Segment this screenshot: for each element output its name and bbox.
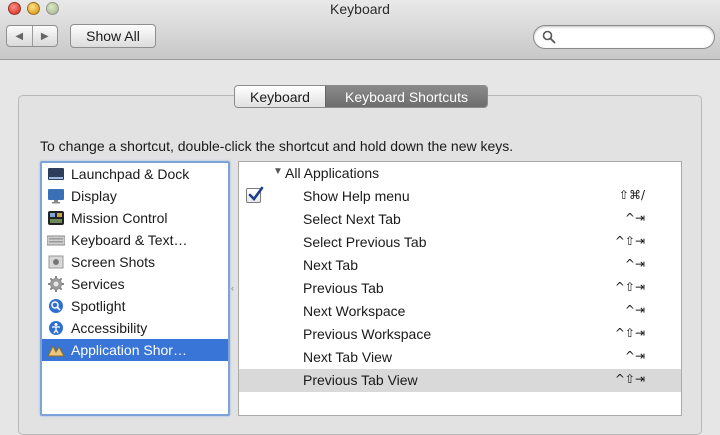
shortcut-keys[interactable]: ^⇥ bbox=[625, 257, 645, 271]
shortcuts-table: ▼ All Applications Show Help menu ⇧⌘/ Se… bbox=[238, 161, 682, 416]
shortcut-row[interactable]: Next Tab View ^⇥ bbox=[239, 346, 681, 369]
show-all-button[interactable]: Show All bbox=[70, 24, 156, 48]
category-label: Keyboard & Text… bbox=[71, 232, 188, 248]
shortcut-name: Show Help menu bbox=[303, 188, 410, 204]
instruction-text: To change a shortcut, double-click the s… bbox=[40, 138, 514, 154]
shortcut-keys[interactable]: ^⇧⇥ bbox=[615, 280, 645, 294]
shortcut-row[interactable]: Previous Tab ^⇧⇥ bbox=[239, 277, 681, 300]
shortcut-name: Next Tab View bbox=[303, 349, 392, 365]
display-icon bbox=[47, 188, 65, 204]
app-shortcuts-icon bbox=[47, 342, 65, 358]
shortcut-row[interactable]: Previous Workspace ^⇧⇥ bbox=[239, 323, 681, 346]
category-label: Screen Shots bbox=[71, 254, 156, 270]
group-label: All Applications bbox=[285, 165, 380, 181]
shortcut-keys[interactable]: ^⇧⇥ bbox=[615, 372, 645, 386]
splitter-handle[interactable]: ‹ bbox=[231, 283, 234, 293]
checkmark-icon bbox=[248, 186, 264, 201]
chevron-right-icon: ▶ bbox=[40, 30, 49, 42]
shortcut-group-all-applications[interactable]: ▼ All Applications bbox=[239, 162, 681, 185]
shortcut-keys[interactable]: ^⇥ bbox=[625, 211, 645, 225]
category-item-application-shortcuts[interactable]: Application Shor… bbox=[42, 339, 228, 361]
category-label: Accessibility bbox=[71, 320, 148, 336]
category-label: Mission Control bbox=[71, 210, 168, 226]
shortcut-name: Select Previous Tab bbox=[303, 234, 427, 250]
category-item-display[interactable]: Display bbox=[42, 185, 228, 207]
category-item-mission-control[interactable]: Mission Control bbox=[42, 207, 228, 229]
keyboard-icon bbox=[47, 232, 65, 248]
back-forward-control: ◀ ▶ bbox=[6, 25, 58, 47]
accessibility-icon bbox=[47, 320, 65, 336]
enable-checkbox[interactable] bbox=[246, 186, 264, 203]
category-label: Application Shor… bbox=[71, 342, 187, 358]
spotlight-icon bbox=[47, 298, 65, 314]
shortcut-name: Previous Tab bbox=[303, 280, 384, 296]
shortcut-name: Previous Tab View bbox=[303, 372, 418, 388]
back-button[interactable]: ◀ bbox=[7, 26, 32, 46]
search-icon bbox=[542, 30, 556, 47]
category-item-screen-shots[interactable]: Screen Shots bbox=[42, 251, 228, 273]
shortcut-keys[interactable]: ^⇧⇥ bbox=[615, 234, 645, 248]
disclosure-triangle-icon[interactable]: ▼ bbox=[273, 166, 283, 177]
category-item-spotlight[interactable]: Spotlight bbox=[42, 295, 228, 317]
shortcut-row[interactable]: Select Previous Tab ^⇧⇥ bbox=[239, 231, 681, 254]
shortcut-row[interactable]: Select Next Tab ^⇥ bbox=[239, 208, 681, 231]
tab-keyboard[interactable]: Keyboard bbox=[235, 86, 325, 107]
shortcut-name: Select Next Tab bbox=[303, 211, 401, 227]
shortcut-row[interactable]: Show Help menu ⇧⌘/ bbox=[239, 185, 681, 208]
shortcut-keys[interactable]: ⇧⌘/ bbox=[619, 188, 645, 202]
category-list: Launchpad & Dock Display Mission Control… bbox=[40, 161, 230, 416]
category-label: Spotlight bbox=[71, 298, 126, 314]
category-item-launchpad-dock[interactable]: Launchpad & Dock bbox=[42, 163, 228, 185]
forward-button[interactable]: ▶ bbox=[31, 26, 58, 46]
mission-control-icon bbox=[47, 210, 65, 226]
title-bar: Keyboard ◀ ▶ Show All bbox=[0, 0, 720, 60]
category-label: Services bbox=[71, 276, 125, 292]
shortcut-name: Previous Workspace bbox=[303, 326, 432, 342]
window-title: Keyboard bbox=[330, 1, 390, 17]
shortcut-name: Next Workspace bbox=[303, 303, 406, 319]
shortcut-keys[interactable]: ^⇧⇥ bbox=[615, 326, 645, 340]
shortcut-row-highlighted[interactable]: Previous Tab View ^⇧⇥ bbox=[239, 369, 681, 392]
shortcut-keys[interactable]: ^⇥ bbox=[625, 349, 645, 363]
category-item-accessibility[interactable]: Accessibility bbox=[42, 317, 228, 339]
gear-icon bbox=[47, 276, 65, 292]
search-input[interactable] bbox=[558, 28, 708, 46]
chevron-left-icon: ◀ bbox=[15, 30, 24, 42]
launchpad-dock-icon bbox=[47, 166, 65, 182]
shortcut-row[interactable]: Next Workspace ^⇥ bbox=[239, 300, 681, 323]
category-item-keyboard-text[interactable]: Keyboard & Text… bbox=[42, 229, 228, 251]
tab-bar: Keyboard Keyboard Shortcuts bbox=[234, 85, 488, 108]
shortcut-name: Next Tab bbox=[303, 257, 358, 273]
shortcut-row[interactable]: Next Tab ^⇥ bbox=[239, 254, 681, 277]
screenshot-icon bbox=[47, 254, 65, 270]
category-label: Display bbox=[71, 188, 117, 204]
shortcut-keys[interactable]: ^⇥ bbox=[625, 303, 645, 317]
tab-keyboard-shortcuts[interactable]: Keyboard Shortcuts bbox=[325, 86, 487, 107]
category-item-services[interactable]: Services bbox=[42, 273, 228, 295]
search-field[interactable] bbox=[533, 25, 715, 49]
category-label: Launchpad & Dock bbox=[71, 166, 190, 182]
